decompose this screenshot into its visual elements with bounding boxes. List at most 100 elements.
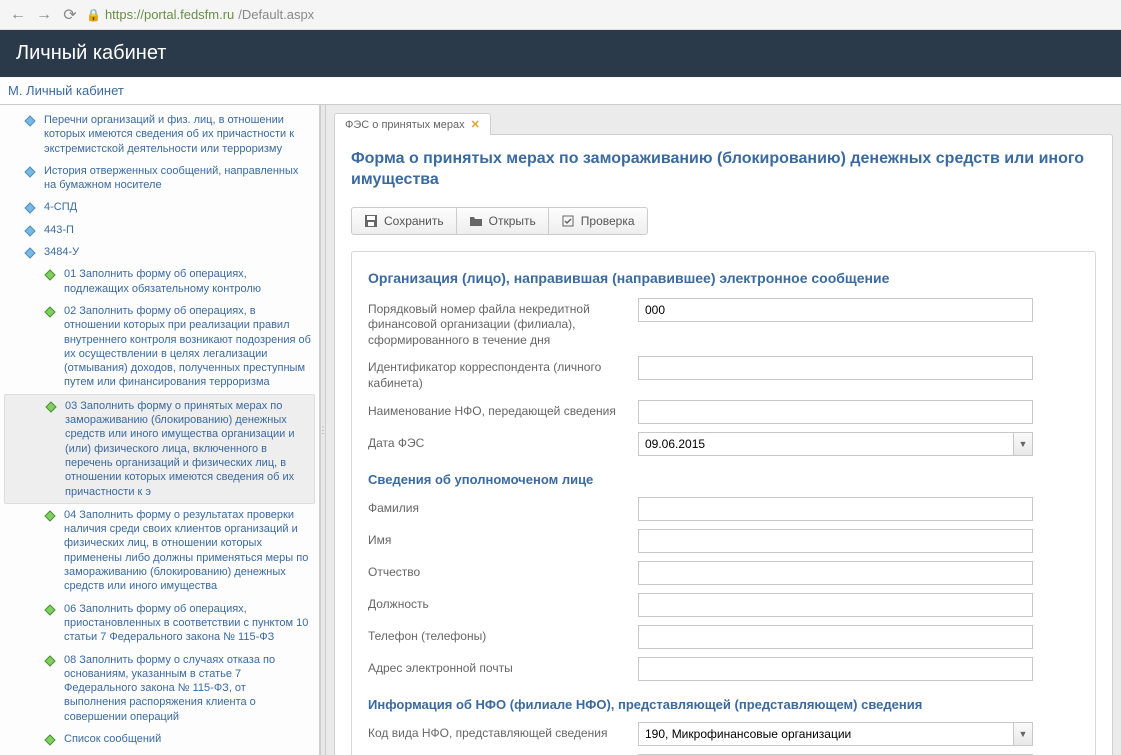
diamond-icon <box>44 510 56 522</box>
sidebar-item-label: 01 Заполнить форму об операциях, подлежа… <box>64 267 311 296</box>
tab-label: ФЭС о принятых мерах <box>345 119 465 131</box>
check-icon <box>561 214 575 228</box>
sidebar-subitem[interactable]: 08 Заполнить форму о случаях отказа по о… <box>0 649 319 728</box>
save-icon <box>364 214 378 228</box>
sidebar-item-label: 3484-У <box>44 245 79 259</box>
sidebar-item-label: 443-П <box>44 223 74 237</box>
text-input[interactable] <box>638 400 1033 424</box>
url-bar[interactable]: 🔒 https://portal.fedsfm.ru/Default.aspx <box>86 7 314 22</box>
page-header: Личный кабинет <box>0 30 1121 77</box>
form-row: Имя <box>368 529 1079 553</box>
sidebar-subitem[interactable]: Список сообщений <box>0 728 319 750</box>
tab-fes[interactable]: ФЭС о принятых мерах ✕ <box>334 113 491 135</box>
sidebar: Перечни организаций и физ. лиц, в отноше… <box>0 105 320 755</box>
field-label: Телефон (телефоны) <box>368 625 638 645</box>
diamond-icon <box>24 247 36 259</box>
select-input[interactable]: 190, Микрофинансовые организации <box>638 722 1033 746</box>
sidebar-item[interactable]: 4-СПД <box>0 196 319 218</box>
reload-button[interactable]: ⟳ <box>60 5 80 25</box>
open-button[interactable]: Открыть <box>456 207 549 235</box>
field-label: Код вида НФО, представляющей сведения <box>368 722 638 742</box>
sidebar-subitem[interactable]: 06 Заполнить форму об операциях, приоста… <box>0 598 319 649</box>
sidebar-item-label: 04 Заполнить форму о результатах проверк… <box>64 508 311 594</box>
sidebar-item-label: История отверженных сообщений, направлен… <box>44 164 311 193</box>
folder-icon <box>469 214 483 228</box>
date-input[interactable] <box>638 432 1033 456</box>
field-input-wrap <box>638 400 1033 424</box>
text-input[interactable] <box>638 497 1033 521</box>
diamond-icon <box>45 401 57 413</box>
field-input-wrap <box>638 657 1033 681</box>
tab-bar: ФЭС о принятых мерах ✕ <box>334 113 1113 135</box>
form-row-date: Дата ФЭС ▼ <box>368 432 1079 456</box>
back-button[interactable]: ← <box>8 5 28 25</box>
field-input-wrap <box>638 356 1033 380</box>
date-label: Дата ФЭС <box>368 432 638 452</box>
form-title: Форма о принятых мерах по замораживанию … <box>351 149 1096 191</box>
field-input-wrap: 190, Микрофинансовые организации▼ <box>638 722 1033 746</box>
sidebar-subitem[interactable]: Подготовить и отправить документ <box>0 750 319 751</box>
text-input[interactable] <box>638 529 1033 553</box>
form-row: Наименование НФО, передающей сведения <box>368 400 1079 424</box>
field-label: Адрес электронной почты <box>368 657 638 677</box>
tab-close-icon[interactable]: ✕ <box>471 118 480 131</box>
diamond-icon <box>24 225 36 237</box>
diamond-icon <box>44 306 56 318</box>
diamond-icon <box>44 655 56 667</box>
form-row: Идентификатор корреспондента (личного ка… <box>368 356 1079 391</box>
form-panel: Форма о принятых мерах по замораживанию … <box>334 134 1113 755</box>
sidebar-item[interactable]: Перечни организаций и физ. лиц, в отноше… <box>0 109 319 160</box>
field-label: Должность <box>368 593 638 613</box>
form-row: Адрес электронной почты <box>368 657 1079 681</box>
sub-header: М. Личный кабинет <box>0 77 1121 105</box>
sidebar-subitem[interactable]: 03 Заполнить форму о принятых мерах по з… <box>4 394 315 504</box>
sidebar-subitem[interactable]: 01 Заполнить форму об операциях, подлежа… <box>0 263 319 300</box>
sidebar-item-label: 08 Заполнить форму о случаях отказа по о… <box>64 653 311 724</box>
sidebar-item-label: 02 Заполнить форму об операциях, в отнош… <box>64 304 311 390</box>
sidebar-item-label: Перечни организаций и физ. лиц, в отноше… <box>44 113 311 156</box>
diamond-icon <box>44 269 56 281</box>
header-title: Личный кабинет <box>16 42 166 64</box>
sidebar-item[interactable]: 3484-У <box>0 241 319 263</box>
url-host: https://portal.fedsfm.ru <box>105 7 234 22</box>
browser-toolbar: ← → ⟳ 🔒 https://portal.fedsfm.ru/Default… <box>0 0 1121 30</box>
field-input-wrap <box>638 625 1033 649</box>
sidebar-item[interactable]: История отверженных сообщений, направлен… <box>0 160 319 197</box>
main-content: ФЭС о принятых мерах ✕ Форма о принятых … <box>326 105 1121 755</box>
sidebar-item-label: 4-СПД <box>44 200 77 214</box>
form-row: Телефон (телефоны) <box>368 625 1079 649</box>
form-section: Организация (лицо), направившая (направи… <box>351 251 1096 755</box>
sidebar-item-label: Список сообщений <box>64 732 161 746</box>
form-row: Порядковый номер файла некредитной финан… <box>368 298 1079 349</box>
field-input-wrap <box>638 298 1033 322</box>
url-path: /Default.aspx <box>238 7 314 22</box>
sidebar-subitem[interactable]: 04 Заполнить форму о результатах проверк… <box>0 504 319 598</box>
sidebar-subitem[interactable]: 02 Заполнить форму об операциях, в отнош… <box>0 300 319 394</box>
text-input[interactable] <box>638 657 1033 681</box>
form-row: Код вида НФО, представляющей сведения190… <box>368 722 1079 746</box>
field-input-wrap <box>638 497 1033 521</box>
text-input[interactable] <box>638 298 1033 322</box>
form-row: Фамилия <box>368 497 1079 521</box>
field-label: Фамилия <box>368 497 638 517</box>
sidebar-item-label: 03 Заполнить форму о принятых мерах по з… <box>65 399 306 499</box>
diamond-icon <box>24 166 36 178</box>
date-input-wrap: ▼ <box>638 432 1033 456</box>
form-row: Отчество <box>368 561 1079 585</box>
text-input[interactable] <box>638 561 1033 585</box>
diamond-icon <box>24 202 36 214</box>
sidebar-item[interactable]: 443-П <box>0 219 319 241</box>
check-button[interactable]: Проверка <box>548 207 648 235</box>
text-input[interactable] <box>638 593 1033 617</box>
field-input-wrap <box>638 593 1033 617</box>
sidebar-item-label: 06 Заполнить форму об операциях, приоста… <box>64 602 311 645</box>
forward-button[interactable]: → <box>34 5 54 25</box>
field-label: Отчество <box>368 561 638 581</box>
lock-icon: 🔒 <box>86 8 101 22</box>
section-1-title: Организация (лицо), направившая (направи… <box>368 270 1079 286</box>
diamond-icon <box>44 604 56 616</box>
form-row: Должность <box>368 593 1079 617</box>
save-button[interactable]: Сохранить <box>351 207 457 235</box>
text-input[interactable] <box>638 625 1033 649</box>
text-input[interactable] <box>638 356 1033 380</box>
